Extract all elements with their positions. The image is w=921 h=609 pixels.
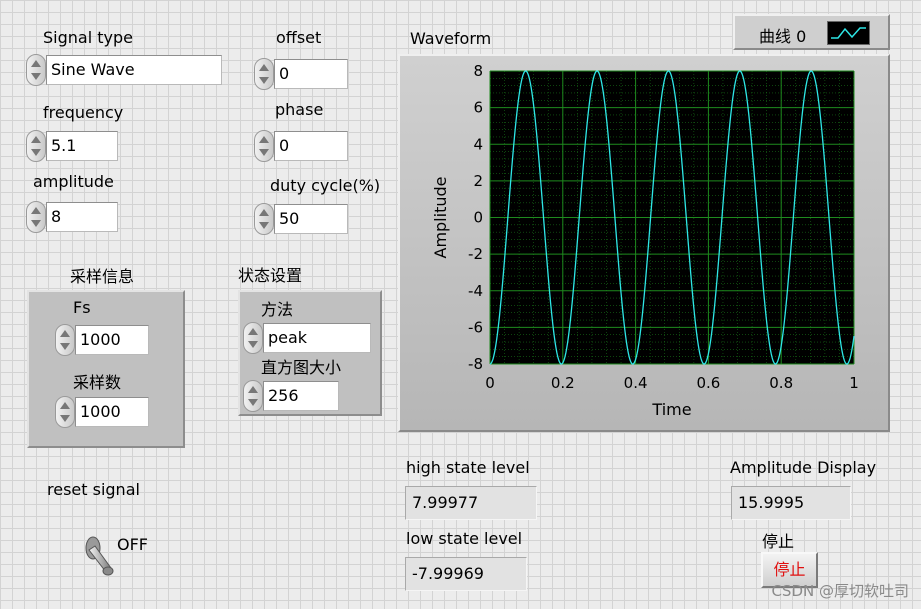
duty-cycle-spinner[interactable] — [254, 203, 274, 235]
method-control[interactable]: peak — [243, 322, 371, 354]
increment-arrow-icon[interactable] — [31, 60, 41, 67]
legend-label: 曲线 0 — [759, 27, 807, 46]
decrement-arrow-icon[interactable] — [60, 343, 70, 350]
y-tick-label: -6 — [468, 318, 483, 336]
fs-control[interactable]: 1000 — [55, 324, 149, 356]
waveform-chart[interactable]: 0 0.2 0.4 0.6 0.8 1 8 6 4 2 0 -2 -4 -6 -8 Time Amplitude — [398, 54, 890, 432]
phase-control[interactable]: 0 — [254, 130, 348, 162]
increment-arrow-icon[interactable] — [31, 136, 41, 143]
increment-arrow-icon[interactable] — [248, 328, 258, 335]
signal-type-control[interactable]: Sine Wave — [26, 54, 222, 86]
x-axis-label: Time — [651, 400, 691, 419]
phase-spinner[interactable] — [254, 130, 274, 162]
graph-title: Waveform — [410, 29, 492, 48]
frequency-field[interactable]: 5.1 — [46, 131, 118, 161]
amplitude-display-indicator: 15.9995 — [731, 486, 851, 520]
offset-control[interactable]: 0 — [254, 58, 348, 90]
sampling-info-cluster: Fs 1000 采样数 1000 — [27, 290, 185, 448]
decrement-arrow-icon[interactable] — [31, 149, 41, 156]
decrement-arrow-icon[interactable] — [31, 73, 41, 80]
watermark: CSDN @厚切软吐司 — [771, 582, 909, 600]
amplitude-control[interactable]: 8 — [26, 201, 118, 233]
offset-spinner[interactable] — [254, 58, 274, 90]
line-trace-icon — [831, 27, 866, 39]
state-settings-cluster: 方法 peak 直方图大小 256 — [238, 290, 382, 416]
sample-count-label: 采样数 — [73, 373, 122, 392]
amplitude-spinner[interactable] — [26, 201, 46, 233]
method-label: 方法 — [261, 300, 294, 319]
increment-arrow-icon[interactable] — [248, 386, 258, 393]
fs-field[interactable]: 1000 — [75, 325, 149, 355]
high-state-level-indicator: 7.99977 — [405, 486, 537, 520]
signal-type-field[interactable]: Sine Wave — [46, 55, 222, 85]
increment-arrow-icon[interactable] — [60, 402, 70, 409]
phase-label: phase — [275, 100, 324, 119]
stop-button-caption: 停止 — [762, 532, 795, 551]
decrement-arrow-icon[interactable] — [248, 399, 258, 406]
x-tick-label: 0.2 — [551, 374, 575, 392]
frequency-control[interactable]: 5.1 — [26, 130, 118, 162]
duty-cycle-control[interactable]: 50 — [254, 203, 348, 235]
reset-signal-state: OFF — [117, 535, 148, 554]
phase-field[interactable]: 0 — [274, 131, 348, 161]
low-state-level-label: low state level — [406, 529, 523, 548]
sampling-info-title: 采样信息 — [70, 267, 135, 286]
increment-arrow-icon[interactable] — [259, 64, 269, 71]
method-field[interactable]: peak — [263, 323, 371, 353]
sample-count-spinner[interactable] — [55, 396, 75, 428]
y-axis-label: Amplitude — [431, 177, 450, 259]
x-tick-label: 0.6 — [696, 374, 720, 392]
x-tick-label: 1 — [849, 374, 859, 392]
fs-label: Fs — [73, 298, 91, 317]
x-tick-label: 0.8 — [769, 374, 793, 392]
increment-arrow-icon[interactable] — [259, 136, 269, 143]
toggle-switch-icon[interactable] — [80, 526, 114, 578]
signal-type-spinner[interactable] — [26, 54, 46, 86]
state-settings-title: 状态设置 — [238, 266, 303, 285]
fs-spinner[interactable] — [55, 324, 75, 356]
y-tick-label: -4 — [468, 282, 483, 300]
y-tick-label: -8 — [468, 355, 483, 373]
y-tick-label: 8 — [473, 62, 483, 80]
low-state-level-indicator: -7.99969 — [405, 557, 527, 591]
decrement-arrow-icon[interactable] — [248, 341, 258, 348]
sample-count-control[interactable]: 1000 — [55, 396, 149, 428]
plot-legend[interactable]: 曲线 0 — [733, 14, 890, 50]
x-tick-label: 0.4 — [624, 374, 648, 392]
amplitude-display-label: Amplitude Display — [730, 458, 877, 477]
y-tick-label: 2 — [473, 172, 483, 190]
increment-arrow-icon[interactable] — [31, 207, 41, 214]
y-tick-label: -2 — [468, 245, 483, 263]
y-tick-label: 0 — [473, 209, 483, 227]
decrement-arrow-icon[interactable] — [60, 415, 70, 422]
reset-signal-label: reset signal — [47, 480, 140, 499]
frequency-label: frequency — [43, 103, 124, 122]
histogram-size-label: 直方图大小 — [261, 358, 342, 377]
x-tick-label: 0 — [485, 374, 495, 392]
method-spinner[interactable] — [243, 322, 263, 354]
histogram-size-control[interactable]: 256 — [243, 380, 339, 412]
decrement-arrow-icon[interactable] — [259, 77, 269, 84]
offset-field[interactable]: 0 — [274, 59, 348, 89]
amplitude-label: amplitude — [33, 172, 114, 191]
histogram-size-field[interactable]: 256 — [263, 381, 339, 411]
sample-count-field[interactable]: 1000 — [75, 397, 149, 427]
reset-signal-toggle[interactable] — [80, 526, 114, 582]
legend-swatch — [827, 21, 870, 45]
amplitude-field[interactable]: 8 — [46, 202, 118, 232]
decrement-arrow-icon[interactable] — [31, 220, 41, 227]
increment-arrow-icon[interactable] — [60, 330, 70, 337]
duty-cycle-label: duty cycle(%) — [270, 176, 381, 195]
duty-cycle-field[interactable]: 50 — [274, 204, 348, 234]
histogram-size-spinner[interactable] — [243, 380, 263, 412]
offset-label: offset — [276, 28, 322, 47]
frequency-spinner[interactable] — [26, 130, 46, 162]
signal-type-label: Signal type — [43, 28, 133, 47]
high-state-level-label: high state level — [406, 458, 530, 477]
y-tick-label: 4 — [473, 135, 483, 153]
y-tick-label: 6 — [473, 99, 483, 117]
decrement-arrow-icon[interactable] — [259, 222, 269, 229]
increment-arrow-icon[interactable] — [259, 209, 269, 216]
decrement-arrow-icon[interactable] — [259, 149, 269, 156]
